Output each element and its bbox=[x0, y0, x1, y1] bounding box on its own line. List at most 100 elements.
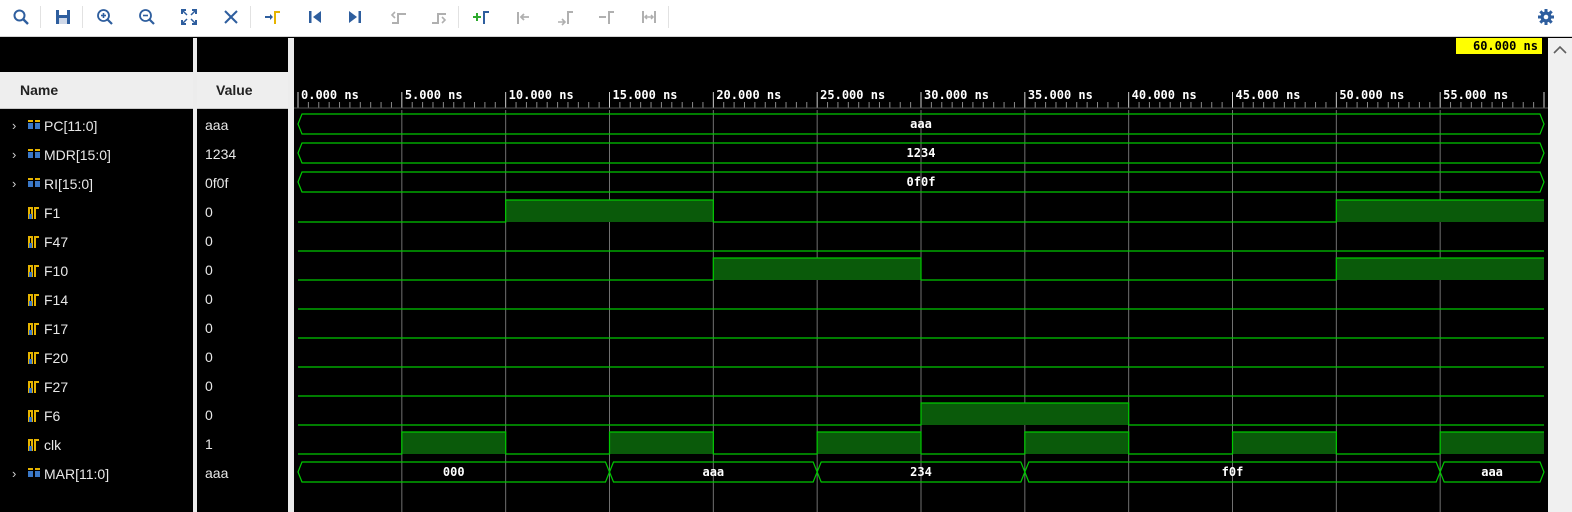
high-level-fill bbox=[1232, 432, 1337, 454]
go-to-end-icon[interactable] bbox=[341, 4, 369, 30]
high-level-fill bbox=[401, 432, 506, 454]
signal-name: MAR[11:0] bbox=[44, 465, 110, 482]
signal-row-mar110[interactable]: › MAR[11:0] bbox=[0, 459, 193, 488]
wire-signal-icon bbox=[28, 351, 39, 364]
cursor-to-zero-icon[interactable] bbox=[217, 4, 245, 30]
signal-name: PC[11:0] bbox=[44, 117, 98, 134]
scroll-up-icon[interactable] bbox=[1548, 40, 1572, 60]
bus-value-label: f0f bbox=[1222, 465, 1244, 479]
high-level-fill bbox=[921, 403, 1129, 425]
high-level-fill bbox=[1336, 200, 1544, 222]
signal-name: F14 bbox=[44, 291, 69, 308]
go-to-time-icon[interactable] bbox=[259, 4, 287, 30]
signal-name: F27 bbox=[44, 378, 69, 395]
add-marker-icon[interactable] bbox=[467, 4, 495, 30]
waveform-panel[interactable]: 60.000 ns 0.000 ns 5.000 ns 10.000 ns 15.000… bbox=[294, 38, 1548, 512]
time-axis-label: 0.000 ns bbox=[301, 88, 359, 102]
signal-row-f1[interactable]: F1 bbox=[0, 198, 193, 227]
signal-row-f6[interactable]: F6 bbox=[0, 401, 193, 430]
high-level-fill bbox=[713, 258, 921, 280]
bus-signal-icon bbox=[28, 119, 40, 129]
signal-name: clk bbox=[44, 436, 62, 453]
value-column-label: Value bbox=[216, 82, 253, 98]
bus-signal-icon bbox=[28, 177, 40, 187]
save-icon[interactable] bbox=[49, 4, 77, 30]
time-axis-label: 10.000 ns bbox=[509, 88, 574, 102]
high-level-fill bbox=[1024, 432, 1129, 454]
high-level-fill bbox=[1336, 258, 1544, 280]
expand-chevron-icon[interactable]: › bbox=[12, 118, 22, 133]
signal-names-panel: Name › PC[11:0] › MDR[15:0] › RI[15:0] F1 F47 F1… bbox=[0, 38, 193, 512]
signal-name: F47 bbox=[44, 233, 69, 250]
vertical-scrollbar[interactable] bbox=[1548, 38, 1572, 512]
remove-marker-icon[interactable] bbox=[593, 4, 621, 30]
bus-value-label: aaa bbox=[1481, 465, 1503, 479]
signal-value: aaa bbox=[205, 465, 229, 481]
time-axis-label: 35.000 ns bbox=[1028, 88, 1093, 102]
bus-value-label: aaa bbox=[702, 465, 724, 479]
bus-signal-icon bbox=[28, 467, 40, 477]
wire-signal-icon bbox=[28, 206, 39, 219]
signal-row-f27[interactable]: F27 bbox=[0, 372, 193, 401]
signal-name: MDR[15:0] bbox=[44, 146, 111, 163]
signal-value: 0 bbox=[205, 233, 213, 249]
expand-chevron-icon[interactable]: › bbox=[12, 466, 22, 481]
signal-name: F17 bbox=[44, 320, 69, 337]
signal-row-f17[interactable]: F17 bbox=[0, 314, 193, 343]
value-column-header[interactable]: Value bbox=[197, 72, 288, 109]
next-transition-icon[interactable] bbox=[425, 4, 453, 30]
time-axis-label: 20.000 ns bbox=[716, 88, 781, 102]
signal-row-f47[interactable]: F47 bbox=[0, 227, 193, 256]
signal-name: F1 bbox=[44, 204, 61, 221]
time-axis-label: 50.000 ns bbox=[1339, 88, 1404, 102]
high-level-fill bbox=[505, 200, 714, 222]
signal-row-ri150[interactable]: › RI[15:0] bbox=[0, 169, 193, 198]
previous-marker-icon[interactable] bbox=[509, 4, 537, 30]
signal-row-f20[interactable]: F20 bbox=[0, 343, 193, 372]
signal-row-mdr150[interactable]: › MDR[15:0] bbox=[0, 140, 193, 169]
previous-transition-icon[interactable] bbox=[385, 4, 413, 30]
swap-cursors-icon[interactable] bbox=[635, 4, 663, 30]
expand-chevron-icon[interactable]: › bbox=[12, 176, 22, 191]
waveform-canvas[interactable]: 60.000 ns 0.000 ns 5.000 ns 10.000 ns 15.000… bbox=[294, 38, 1548, 512]
signal-row-clk[interactable]: clk bbox=[0, 430, 193, 459]
signal-value: 1 bbox=[205, 436, 213, 452]
zoom-in-icon[interactable] bbox=[91, 4, 119, 30]
signal-name: F20 bbox=[44, 349, 69, 366]
high-level-fill bbox=[817, 432, 921, 454]
signal-name: RI[15:0] bbox=[44, 175, 94, 192]
toolbar bbox=[0, 0, 1572, 37]
bus-value-label: 0f0f bbox=[907, 175, 936, 189]
signal-row-f14[interactable]: F14 bbox=[0, 285, 193, 314]
time-axis-label: 5.000 ns bbox=[405, 88, 463, 102]
signal-row-pc110[interactable]: › PC[11:0] bbox=[0, 111, 193, 140]
name-column-header[interactable]: Name bbox=[0, 72, 193, 109]
signal-name: F10 bbox=[44, 262, 69, 279]
bus-value-label: 234 bbox=[910, 465, 932, 479]
name-column-label: Name bbox=[20, 82, 59, 98]
zoom-fit-icon[interactable] bbox=[175, 4, 203, 30]
wire-signal-icon bbox=[28, 322, 39, 335]
bus-signal-icon bbox=[28, 148, 40, 158]
time-axis-label: 45.000 ns bbox=[1236, 88, 1301, 102]
signal-value: 0 bbox=[205, 291, 213, 307]
wire-signal-icon bbox=[28, 235, 39, 248]
next-marker-icon[interactable] bbox=[551, 4, 579, 30]
signal-value: 1234 bbox=[205, 146, 237, 162]
signal-value: 0 bbox=[205, 349, 213, 365]
search-icon[interactable] bbox=[7, 4, 35, 30]
zoom-out-icon[interactable] bbox=[133, 4, 161, 30]
signal-row-f10[interactable]: F10 bbox=[0, 256, 193, 285]
wire-signal-icon bbox=[28, 293, 39, 306]
bus-value-label: aaa bbox=[910, 117, 932, 131]
go-to-start-icon[interactable] bbox=[301, 4, 329, 30]
high-level-fill bbox=[609, 432, 714, 454]
time-axis-label: 15.000 ns bbox=[613, 88, 678, 102]
signal-value: 0f0f bbox=[205, 175, 229, 191]
high-level-fill bbox=[1440, 432, 1544, 454]
time-axis-label: 40.000 ns bbox=[1132, 88, 1197, 102]
time-axis-label: 25.000 ns bbox=[820, 88, 885, 102]
expand-chevron-icon[interactable]: › bbox=[12, 147, 22, 162]
settings-gear-icon[interactable] bbox=[1532, 4, 1560, 30]
time-axis-label: 30.000 ns bbox=[924, 88, 989, 102]
